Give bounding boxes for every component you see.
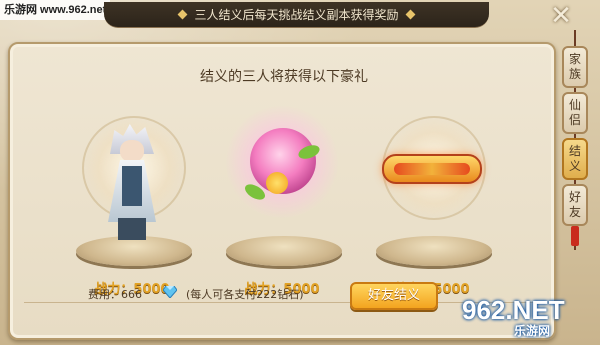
title-badge-icon bbox=[382, 154, 482, 184]
diamond-ornament-icon bbox=[405, 9, 415, 20]
fee-label: 费用：666 bbox=[88, 288, 142, 301]
panel-title: 结义的三人将获得以下豪礼 bbox=[200, 69, 368, 85]
tab-friends[interactable]: 好 友 bbox=[562, 184, 588, 226]
diamond-icon bbox=[163, 286, 177, 298]
pedestal bbox=[226, 236, 342, 266]
banner-text: 三人结义后每天挑战结义副本获得奖励 bbox=[194, 8, 399, 22]
pedestal bbox=[376, 236, 492, 266]
pedestal bbox=[76, 236, 192, 266]
tab-couple[interactable]: 仙 侣 bbox=[562, 92, 588, 134]
reward-title-badge: 战力：5000 bbox=[362, 96, 502, 297]
tab-sworn[interactable]: 结 义 bbox=[562, 138, 588, 180]
reward-character: 战力：5000 bbox=[62, 96, 202, 297]
fee-note: (每人可各支付222钻石) bbox=[186, 288, 304, 301]
tab-family[interactable]: 家 族 bbox=[562, 46, 588, 88]
reward-flower: 战力：5000 bbox=[212, 96, 352, 297]
bottom-watermark: 962.NET 乐游网 bbox=[462, 295, 565, 338]
close-button[interactable]: ✕ bbox=[546, 2, 576, 32]
tassel-ornament bbox=[571, 226, 579, 246]
info-banner: 三人结义后每天挑战结义副本获得奖励 bbox=[104, 2, 489, 28]
diamond-ornament-icon bbox=[178, 9, 188, 20]
befriend-sworn-button[interactable]: 好友结义 bbox=[350, 282, 438, 310]
site-watermark: 乐游网 www.962.net bbox=[0, 0, 111, 20]
